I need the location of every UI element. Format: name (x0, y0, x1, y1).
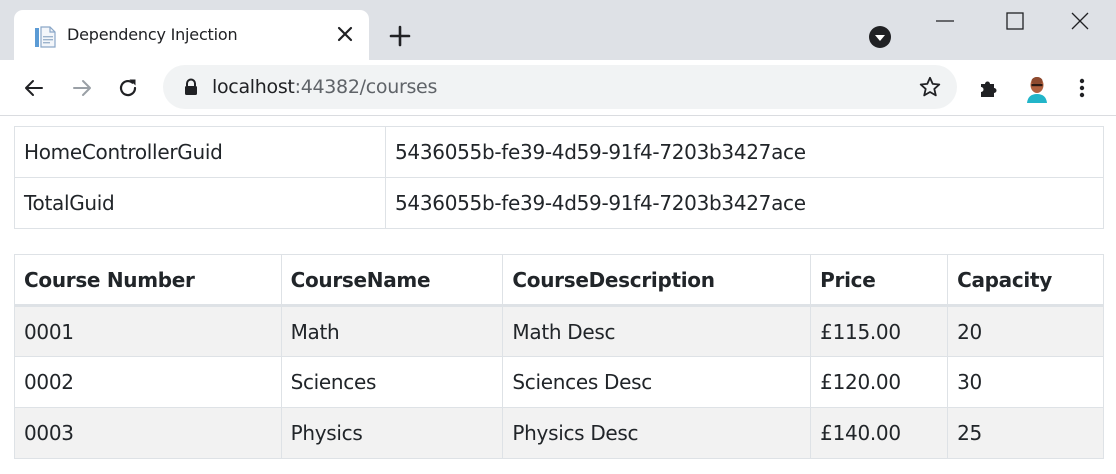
guid-value: 5436055b-fe39-4d59-91f4-7203b3427ace (385, 177, 1104, 229)
course-number-cell: 0003 (14, 407, 282, 459)
price-cell: £140.00 (810, 407, 949, 459)
course-description-cell: Math Desc (502, 305, 812, 357)
guid-table: HomeControllerGuid 5436055b-fe39-4d59-91… (14, 126, 1104, 229)
close-window-icon[interactable] (1069, 10, 1091, 32)
arrow-left-icon[interactable] (22, 76, 46, 100)
maximize-icon[interactable] (1004, 10, 1026, 32)
course-name-cell: Math (280, 305, 504, 357)
column-header: CourseName (280, 254, 504, 307)
capacity-cell: 25 (947, 407, 1104, 459)
price-cell: £115.00 (810, 305, 949, 357)
guid-value: 5436055b-fe39-4d59-91f4-7203b3427ace (385, 126, 1104, 178)
document-icon (35, 26, 56, 48)
course-number-cell: 0002 (14, 356, 282, 408)
table-row: 0002 Sciences Sciences Desc £120.00 30 (14, 356, 1104, 408)
browser-toolbar: localhost:44382/courses (0, 60, 1116, 116)
url-host: localhost (212, 76, 295, 98)
course-name-cell: Physics (280, 407, 504, 459)
guid-key: TotalGuid (14, 177, 386, 229)
page-content: HomeControllerGuid 5436055b-fe39-4d59-91… (0, 117, 1116, 474)
minimize-icon[interactable] (934, 10, 956, 32)
lock-icon[interactable] (183, 78, 199, 96)
capacity-cell: 20 (947, 305, 1104, 357)
arrow-right-icon[interactable] (70, 76, 94, 100)
column-header: Capacity (947, 254, 1104, 307)
guid-key: HomeControllerGuid (14, 126, 386, 178)
reload-icon[interactable] (116, 76, 140, 100)
table-row: 0001 Math Math Desc £115.00 20 (14, 305, 1104, 357)
price-cell: £120.00 (810, 356, 949, 408)
puzzle-icon[interactable] (977, 76, 1001, 100)
url-path: :44382/courses (294, 76, 438, 98)
column-header: CourseDescription (502, 254, 812, 307)
avatar[interactable] (1022, 73, 1052, 103)
course-number-cell: 0001 (14, 305, 282, 357)
tab-strip: Dependency Injection (0, 0, 1116, 60)
courses-table: Course Number CourseName CourseDescripti… (14, 254, 1104, 459)
close-icon[interactable] (336, 25, 354, 43)
tab-title: Dependency Injection (67, 25, 238, 44)
plus-icon[interactable] (388, 24, 412, 48)
table-header-row: Course Number CourseName CourseDescripti… (14, 254, 1104, 307)
course-description-cell: Physics Desc (502, 407, 812, 459)
table-row: 0003 Physics Physics Desc £140.00 25 (14, 407, 1104, 459)
table-row: TotalGuid 5436055b-fe39-4d59-91f4-7203b3… (14, 177, 1104, 229)
url-text[interactable]: localhost:44382/courses (212, 76, 437, 98)
star-icon[interactable] (918, 75, 942, 99)
chevron-down-icon[interactable] (868, 25, 892, 49)
address-bar[interactable]: localhost:44382/courses (163, 65, 957, 109)
browser-tab[interactable]: Dependency Injection (14, 10, 369, 60)
capacity-cell: 30 (947, 356, 1104, 408)
kebab-icon[interactable] (1072, 76, 1092, 100)
table-row: HomeControllerGuid 5436055b-fe39-4d59-91… (14, 126, 1104, 178)
column-header: Course Number (14, 254, 282, 307)
course-description-cell: Sciences Desc (502, 356, 812, 408)
course-name-cell: Sciences (280, 356, 504, 408)
column-header: Price (810, 254, 949, 307)
